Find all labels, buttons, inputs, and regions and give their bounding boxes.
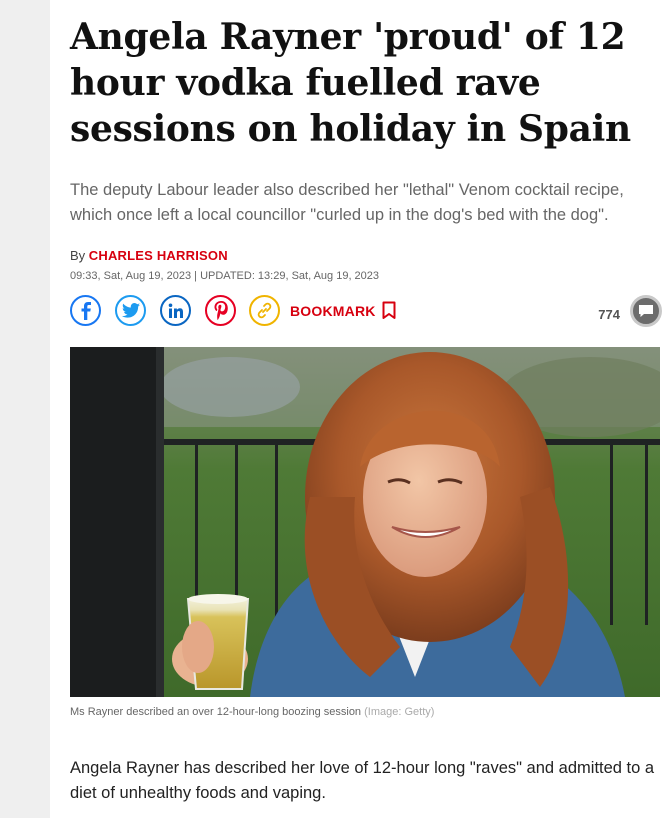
linkedin-icon bbox=[168, 303, 183, 318]
image-caption: Ms Rayner described an over 12-hour-long… bbox=[70, 706, 434, 718]
link-icon bbox=[257, 302, 272, 319]
facebook-share-button[interactable] bbox=[70, 295, 101, 326]
hero-photo bbox=[70, 347, 660, 697]
byline-prefix: By bbox=[70, 248, 86, 263]
article-body-paragraph: Angela Rayner has described her love of … bbox=[70, 759, 655, 802]
article-page: Angela Rayner 'proud' of 12 hour vodka f… bbox=[50, 0, 667, 818]
pinterest-icon bbox=[214, 301, 228, 320]
facebook-icon bbox=[81, 301, 91, 320]
article-standfirst: The deputy Labour leader also described … bbox=[70, 181, 624, 224]
twitter-icon bbox=[121, 303, 140, 318]
dateline: 09:33, Sat, Aug 19, 2023 | UPDATED: 13:2… bbox=[70, 270, 380, 282]
copy-link-button[interactable] bbox=[249, 295, 280, 326]
bookmark-icon bbox=[382, 301, 396, 319]
bookmark-label: BOOKMARK bbox=[290, 302, 376, 319]
article-hero-image bbox=[70, 347, 660, 697]
byline: By CHARLES HARRISON bbox=[70, 248, 228, 263]
pinterest-share-button[interactable] bbox=[205, 295, 236, 326]
twitter-share-button[interactable] bbox=[115, 295, 146, 326]
share-bar: BOOKMARK 774 bbox=[70, 295, 662, 331]
bookmark-button[interactable]: BOOKMARK bbox=[290, 301, 396, 320]
comment-count: 774 bbox=[598, 306, 620, 322]
comments-button[interactable]: 774 bbox=[598, 295, 662, 327]
image-credit: (Image: Getty) bbox=[364, 706, 435, 718]
comment-icon bbox=[630, 295, 662, 327]
linkedin-share-button[interactable] bbox=[160, 295, 191, 326]
caption-text: Ms Rayner described an over 12-hour-long… bbox=[70, 706, 362, 718]
article-headline: Angela Rayner 'proud' of 12 hour vodka f… bbox=[70, 16, 631, 150]
author-link[interactable]: CHARLES HARRISON bbox=[89, 248, 228, 263]
